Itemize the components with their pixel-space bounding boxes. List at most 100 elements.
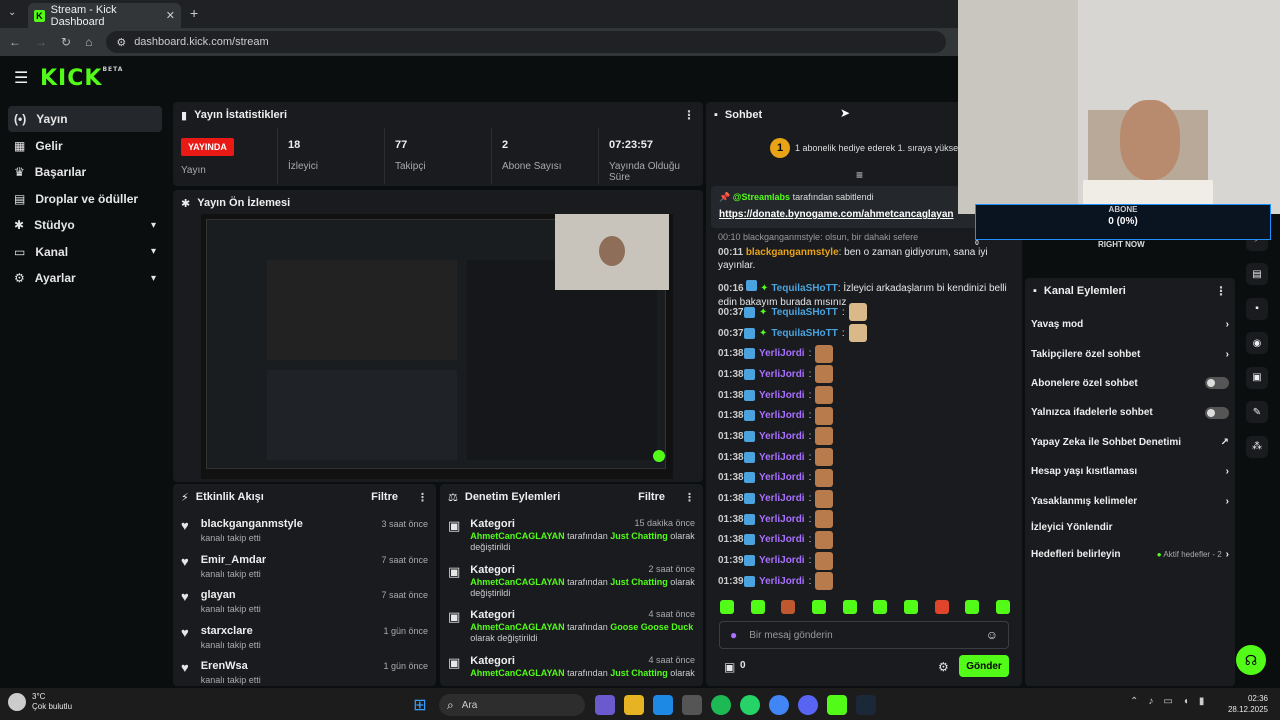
clock[interactable]: 02:36 28.12.2025: [1222, 693, 1268, 715]
close-tab-icon[interactable]: ✕: [166, 9, 175, 22]
back-icon[interactable]: ←: [9, 35, 21, 49]
url-field[interactable]: ⚙ dashboard.kick.com/stream: [106, 31, 947, 53]
slow-mode-item[interactable]: Yavaş mod ›: [1025, 310, 1235, 339]
chevron-up-icon[interactable]: ⌃: [1130, 696, 1138, 707]
ai-moderation-item[interactable]: Yapay Zeka ile Sohbet Denetimi ↗: [1025, 428, 1235, 457]
sidebar-item-studyo[interactable]: ✱ Stüdyo ▾: [8, 212, 162, 238]
trophy-icon: ♛: [14, 165, 25, 179]
rail-button[interactable]: ◉: [1246, 332, 1268, 354]
collapse-icon[interactable]: ≡: [856, 168, 863, 182]
sidebar-item-yayin[interactable]: (•) Yayın: [8, 106, 162, 132]
spotify-icon[interactable]: [711, 695, 731, 715]
chat-settings-icon[interactable]: ⚙: [938, 660, 949, 674]
rail-button[interactable]: ▣: [1246, 366, 1268, 389]
discord-icon[interactable]: [798, 695, 818, 715]
stream-preview-video[interactable]: [201, 214, 673, 479]
mod-item: ▣ Kategori 2 saat önce AhmetCanCAGLAYAN tar…: [440, 564, 703, 610]
battery-icon[interactable]: ▮: [1199, 696, 1205, 707]
more-options-icon[interactable]: ⋮: [1215, 284, 1227, 298]
category-icon: ▣: [448, 654, 461, 670]
chrome-icon[interactable]: [769, 695, 789, 715]
emote-icon[interactable]: [903, 600, 918, 614]
site-info-icon[interactable]: ⚙: [116, 36, 126, 49]
more-options-icon[interactable]: ⋮: [417, 491, 428, 504]
filter-button[interactable]: Filtre: [638, 491, 665, 503]
more-options-icon[interactable]: ⋮: [683, 108, 695, 122]
heart-icon: ♥: [181, 518, 189, 533]
sidebar-item-gelir[interactable]: ▦ Gelir: [8, 133, 162, 159]
network-icon[interactable]: ▭: [1163, 696, 1172, 707]
forward-icon[interactable]: →: [35, 35, 47, 49]
emote-icon[interactable]: [811, 600, 826, 614]
taskbar-search[interactable]: ⌕ Ara: [439, 694, 585, 716]
subs-only-toggle[interactable]: [1205, 377, 1229, 390]
edge-icon[interactable]: [653, 695, 673, 715]
mic-icon[interactable]: ♪: [1148, 696, 1153, 707]
sidebar-item-kanal[interactable]: ▭ Kanal ▾: [8, 239, 162, 265]
rail-button[interactable]: ⁂: [1246, 435, 1268, 458]
emote-icon[interactable]: [720, 600, 734, 614]
browser-tab[interactable]: K Stream - Kick Dashboard ✕: [28, 3, 181, 28]
new-tab-icon[interactable]: +: [190, 5, 198, 21]
sidebar-item-droplar[interactable]: ▤ Droplar ve ödüller: [8, 186, 162, 212]
weather-widget[interactable]: 3°C Çok bulutlu: [8, 692, 72, 712]
kick-app-icon[interactable]: [827, 695, 847, 715]
headset-icon: ☊: [1244, 651, 1258, 668]
emote-icon[interactable]: [873, 600, 888, 614]
channel-actions-icon: ▪: [1033, 285, 1037, 297]
raid-item[interactable]: İzleyici Yönlendir: [1025, 516, 1235, 540]
followers-only-item[interactable]: Takipçilere özel sohbet ›: [1025, 339, 1235, 368]
tab-list-icon[interactable]: ⌄: [8, 7, 16, 18]
account-age-item[interactable]: Hesap yaşı kısıtlaması ›: [1025, 457, 1235, 486]
emote-icon[interactable]: [750, 600, 765, 614]
more-options-icon[interactable]: ⋮: [684, 491, 695, 504]
filter-button[interactable]: Filtre: [371, 491, 398, 503]
menu-icon[interactable]: ☰: [14, 68, 28, 88]
mic-icon[interactable]: ●: [730, 628, 737, 642]
gavel-icon: ⚖: [448, 491, 458, 504]
emoji-icon[interactable]: ☺: [986, 628, 998, 642]
folder-icon[interactable]: [624, 695, 644, 715]
reload-icon[interactable]: ↻: [61, 35, 71, 49]
copilot-icon[interactable]: [595, 695, 615, 715]
support-button[interactable]: ☊: [1236, 645, 1266, 675]
rail-button[interactable]: ✎: [1246, 401, 1268, 423]
emotes-only-toggle[interactable]: [1205, 406, 1229, 419]
goals-item[interactable]: Hedefleri belirleyin ● Aktif hedefler - 2…: [1025, 540, 1235, 569]
kick-favicon-icon: K: [34, 9, 45, 22]
emote-icon: [815, 427, 834, 446]
sub-goal-overlay: ABONE 0 (0%): [975, 204, 1271, 240]
chat-message: 01:38 YerliJordi:: [718, 488, 1016, 509]
chevron-right-icon: ›: [1225, 319, 1229, 331]
emote-icon[interactable]: [965, 600, 980, 614]
sidebar-item-ayarlar[interactable]: ⚙ Ayarlar ▾: [8, 265, 162, 291]
emote-icon[interactable]: [842, 600, 857, 614]
steam-icon[interactable]: [856, 695, 876, 715]
banned-words-item[interactable]: Yasaklanmış kelimeler ›: [1025, 486, 1235, 515]
emote-icon[interactable]: [934, 600, 949, 614]
chat-message: 01:38 YerliJordi:: [718, 468, 1016, 489]
sidebar-item-basarilar[interactable]: ♛ Başarılar: [8, 159, 162, 185]
chat-message: 01:38 YerliJordi:: [718, 364, 1016, 385]
chat-message: 01:38 YerliJordi:: [718, 530, 1016, 551]
whatsapp-icon[interactable]: [740, 695, 760, 715]
chat-message: 01:38 YerliJordi:: [718, 509, 1016, 530]
emote-icon: [815, 386, 834, 405]
home-icon[interactable]: ⌂: [85, 35, 92, 49]
chat-input-placeholder: Bir mesaj gönderin: [749, 629, 833, 641]
kick-logo[interactable]: KICKBETA: [40, 66, 123, 91]
store-icon[interactable]: [682, 695, 702, 715]
volume-icon[interactable]: ◖: [1183, 696, 1189, 707]
activity-feed-panel: ⚡ Etkinlik Akışı Filtre ⋮ ♥ blackganganmstyl…: [173, 484, 436, 686]
rail-button[interactable]: ▤: [1246, 263, 1268, 285]
chat-input[interactable]: ● Bir mesaj gönderin ☺: [719, 621, 1009, 649]
send-button[interactable]: Gönder: [959, 655, 1009, 677]
rail-button[interactable]: ▪: [1246, 297, 1268, 320]
windows-start-icon[interactable]: ⊞: [410, 695, 430, 715]
feed-item: ♥ Emir_Amdar kanalı takip etti 7 saat önce: [181, 553, 428, 579]
emote-icon[interactable]: [995, 600, 1010, 614]
emote-icon: [815, 489, 834, 508]
emote-icon[interactable]: [781, 600, 796, 614]
points-icon[interactable]: ▣: [724, 660, 735, 674]
gift-leaderboard-text[interactable]: 1 abonelik hediye ederek 1. sıraya yükse…: [795, 143, 967, 153]
